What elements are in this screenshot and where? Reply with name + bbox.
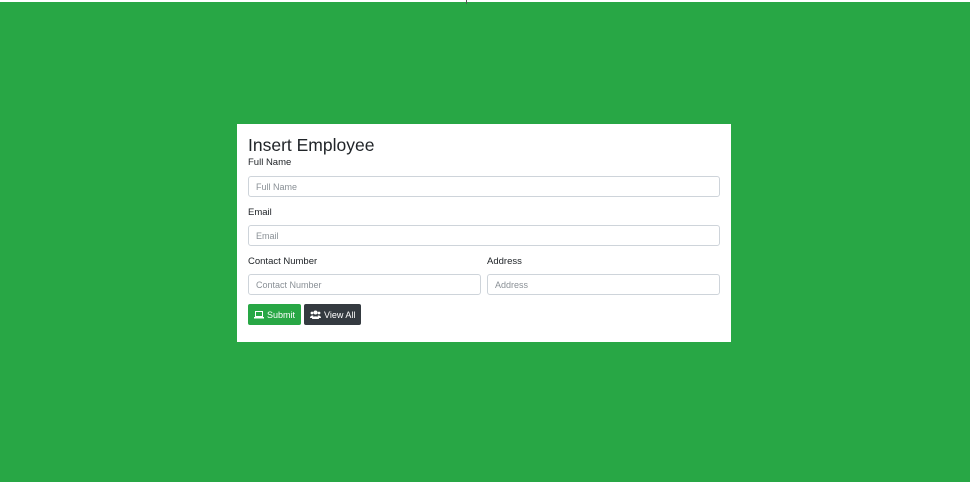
view-all-label: View All xyxy=(324,309,356,320)
users-icon xyxy=(310,310,322,319)
contact-address-row: Contact Number Address xyxy=(248,256,720,295)
email-label: Email xyxy=(248,207,272,218)
contact-number-group: Contact Number xyxy=(248,256,481,295)
full-name-group: Full Name xyxy=(248,157,720,197)
address-label: Address xyxy=(487,256,522,267)
contact-number-label: Contact Number xyxy=(248,256,318,267)
form-buttons: Submit View All xyxy=(248,304,720,325)
insert-employee-card: Insert Employee Full Name Email Contact … xyxy=(237,124,731,342)
top-tick xyxy=(466,0,467,4)
form-title: Insert Employee xyxy=(248,135,375,155)
address-input[interactable] xyxy=(487,274,720,295)
submit-label: Submit xyxy=(267,309,296,320)
laptop-icon xyxy=(254,310,264,319)
top-strip xyxy=(0,0,970,2)
submit-button[interactable]: Submit xyxy=(248,304,302,325)
email-group: Email xyxy=(248,207,720,246)
contact-number-input[interactable] xyxy=(248,274,481,295)
email-input[interactable] xyxy=(248,225,720,246)
view-all-button[interactable]: View All xyxy=(304,304,362,325)
full-name-label: Full Name xyxy=(248,157,292,168)
address-group: Address xyxy=(487,256,720,295)
full-name-input[interactable] xyxy=(248,176,720,197)
